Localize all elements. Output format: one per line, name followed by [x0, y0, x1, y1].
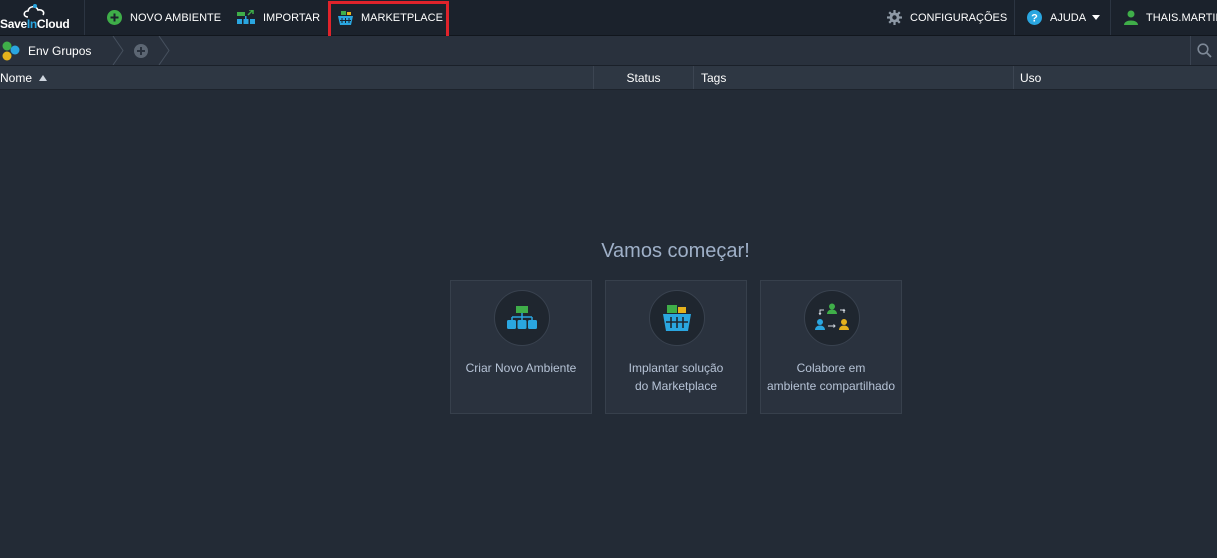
- user-menu-button[interactable]: THAIS.MARTINS: [1124, 0, 1217, 35]
- breadcrumb-chevron-icon: [112, 36, 124, 65]
- settings-button[interactable]: CONFIGURAÇÕES: [887, 0, 1007, 35]
- new-environment-button[interactable]: NOVO AMBIENTE: [107, 0, 221, 35]
- column-header-status[interactable]: Status: [593, 66, 693, 89]
- marketplace-button[interactable]: MARKETPLACE: [338, 0, 443, 35]
- card-label-line1: Colabore em: [796, 361, 866, 375]
- collaboration-icon: [815, 303, 849, 330]
- marketplace-label: MARKETPLACE: [361, 11, 443, 24]
- basket-icon: [663, 305, 691, 331]
- card-label-line1: Implantar solução: [628, 361, 724, 375]
- add-group-button[interactable]: [134, 36, 148, 65]
- marketplace-solution-card[interactable]: Implantar solução do Marketplace: [605, 280, 747, 414]
- create-environment-card[interactable]: Criar Novo Ambiente: [450, 280, 592, 414]
- column-header-tags[interactable]: Tags: [693, 66, 1013, 89]
- import-label: IMPORTAR: [263, 11, 321, 24]
- plus-circle-icon: [134, 43, 148, 58]
- environment-groups-bar: Env Grupos: [0, 36, 1217, 66]
- toolbar-divider: [84, 0, 85, 35]
- column-status-label: Status: [626, 70, 661, 85]
- toolbar-divider: [1014, 0, 1015, 35]
- plus-circle-icon: [107, 10, 122, 25]
- saveincloud-logo[interactable]: SaveInCloud: [0, 0, 84, 35]
- settings-label: CONFIGURAÇÕES: [910, 11, 1008, 24]
- search-button[interactable]: [1190, 36, 1217, 65]
- user-icon: [1124, 10, 1138, 25]
- logo-text-in: In: [26, 17, 37, 31]
- welcome-heading: Vamos começar!: [601, 240, 750, 262]
- env-groups-tab[interactable]: Env Grupos: [2, 36, 91, 65]
- column-usage-label: Uso: [1020, 70, 1042, 85]
- environment-table-header: Nome Status Tags Uso: [0, 66, 1217, 90]
- shared-environment-card[interactable]: Colabore em ambiente compartilhado: [760, 280, 902, 414]
- column-header-name[interactable]: Nome: [0, 66, 593, 89]
- help-circle-icon: ?: [1027, 10, 1042, 25]
- card-icon-circle: [804, 290, 860, 346]
- env-groups-label: Env Grupos: [28, 43, 92, 58]
- import-icon: [237, 10, 255, 25]
- chevron-down-icon: [1092, 15, 1101, 20]
- help-menu-button[interactable]: ? AJUDA: [1027, 0, 1101, 35]
- column-header-usage[interactable]: Uso: [1013, 66, 1217, 89]
- help-label: AJUDA: [1050, 11, 1087, 24]
- environment-topology-icon: [507, 306, 537, 329]
- basket-icon: [338, 10, 353, 25]
- card-label: Criar Novo Ambiente: [465, 361, 577, 375]
- card-label-line2: ambiente compartilhado: [766, 379, 896, 393]
- card-label-line2: do Marketplace: [634, 379, 718, 393]
- logo-text-save: Save: [0, 17, 27, 31]
- card-icon-circle: [649, 290, 705, 346]
- user-name-label: THAIS.MARTINS: [1146, 11, 1217, 24]
- new-environment-label: NOVO AMBIENTE: [130, 11, 222, 24]
- breadcrumb-chevron-icon: [158, 36, 170, 65]
- hexagon-groups-icon: [2, 41, 22, 61]
- card-icon-circle: [494, 290, 550, 346]
- top-toolbar: SaveInCloud NOVO AMBIENTE IMPORTAR MARKE…: [0, 0, 1217, 45]
- gear-icon: [887, 10, 902, 25]
- import-button[interactable]: IMPORTAR: [237, 0, 320, 35]
- column-name-label: Nome: [0, 70, 33, 85]
- svg-text:?: ?: [1031, 13, 1038, 25]
- column-tags-label: Tags: [701, 70, 727, 85]
- logo-text-cloud: Cloud: [36, 17, 70, 31]
- search-icon: [1197, 43, 1212, 58]
- toolbar-divider: [1110, 0, 1111, 35]
- sort-ascending-icon: [39, 74, 48, 81]
